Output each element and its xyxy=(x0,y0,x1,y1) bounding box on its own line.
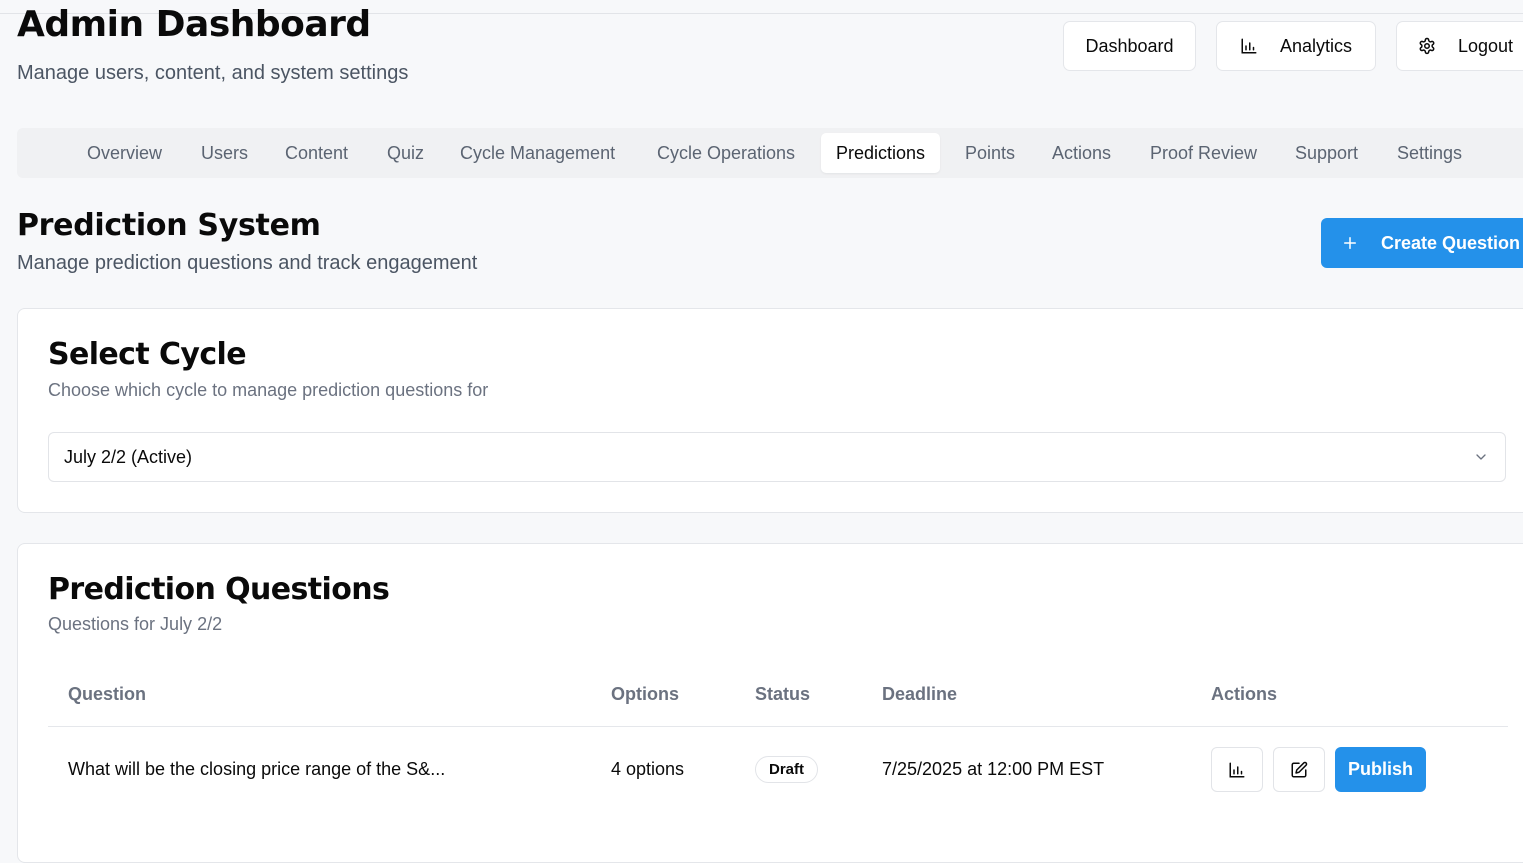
tab-support[interactable]: Support xyxy=(1295,133,1358,173)
bar-chart-icon xyxy=(1229,762,1245,777)
chevron-down-icon xyxy=(1476,454,1486,460)
view-stats-button[interactable] xyxy=(1211,747,1263,792)
tab-quiz[interactable]: Quiz xyxy=(387,133,424,173)
select-cycle-description: Choose which cycle to manage prediction … xyxy=(48,380,489,400)
question-text: What will be the closing price range of … xyxy=(68,759,446,779)
column-header-options: Options xyxy=(611,684,679,704)
column-header-question: Question xyxy=(68,684,147,704)
edit-question-button[interactable] xyxy=(1273,747,1325,792)
bar-chart-icon xyxy=(1241,38,1257,54)
edit-icon xyxy=(1291,761,1308,777)
questions-description: Questions for July 2/2 xyxy=(48,614,223,634)
tab-users[interactable]: Users xyxy=(201,133,248,173)
tab-points[interactable]: Points xyxy=(965,133,1015,173)
logout-button[interactable]: Logout xyxy=(1396,21,1523,71)
select-cycle-title: Select Cycle xyxy=(48,337,247,372)
tab-settings[interactable]: Settings xyxy=(1397,133,1462,173)
tab-overview[interactable]: Overview xyxy=(87,133,162,173)
plus-icon xyxy=(1344,237,1356,249)
analytics-button[interactable]: Analytics xyxy=(1216,21,1376,71)
cycle-select[interactable]: July 2/2 (Active) xyxy=(48,432,1506,482)
questions-title: Prediction Questions xyxy=(48,572,390,607)
dashboard-button[interactable]: Dashboard xyxy=(1063,21,1196,71)
cycle-select-value: July 2/2 (Active) xyxy=(64,446,193,467)
table-divider xyxy=(48,726,1508,727)
analytics-button-label: Analytics xyxy=(1279,35,1353,56)
tab-actions[interactable]: Actions xyxy=(1052,133,1111,173)
create-question-label: Create Question xyxy=(1381,232,1521,253)
options-count: 4 options xyxy=(611,759,685,779)
tab-bar: Overview Users Content Quiz Cycle Manage… xyxy=(17,128,1523,178)
section-title: Prediction System xyxy=(17,208,321,243)
create-question-button[interactable]: Create Question xyxy=(1321,218,1523,268)
page-title: Admin Dashboard xyxy=(17,4,371,45)
dashboard-button-label: Dashboard xyxy=(1085,35,1174,56)
status-badge: Draft xyxy=(755,756,819,783)
tab-predictions[interactable]: Predictions xyxy=(821,133,941,173)
page-subtitle: Manage users, content, and system settin… xyxy=(17,62,409,84)
logout-button-label: Logout xyxy=(1458,35,1514,56)
select-cycle-card: Select Cycle Choose which cycle to manag… xyxy=(17,308,1523,513)
tab-cycle-management[interactable]: Cycle Management xyxy=(460,133,615,173)
section-subtitle: Manage prediction questions and track en… xyxy=(17,252,478,274)
column-header-deadline: Deadline xyxy=(882,684,958,704)
column-header-actions: Actions xyxy=(1211,684,1278,704)
publish-button[interactable]: Publish xyxy=(1335,747,1426,792)
column-header-status: Status xyxy=(755,684,811,704)
prediction-questions-card: Prediction Questions Questions for July … xyxy=(17,543,1523,863)
tab-cycle-operations[interactable]: Cycle Operations xyxy=(657,133,795,173)
deadline-text: 7/25/2025 at 12:00 PM EST xyxy=(882,759,1105,779)
gear-icon xyxy=(1419,37,1435,55)
tab-content[interactable]: Content xyxy=(285,133,348,173)
tab-proof-review[interactable]: Proof Review xyxy=(1150,133,1257,173)
